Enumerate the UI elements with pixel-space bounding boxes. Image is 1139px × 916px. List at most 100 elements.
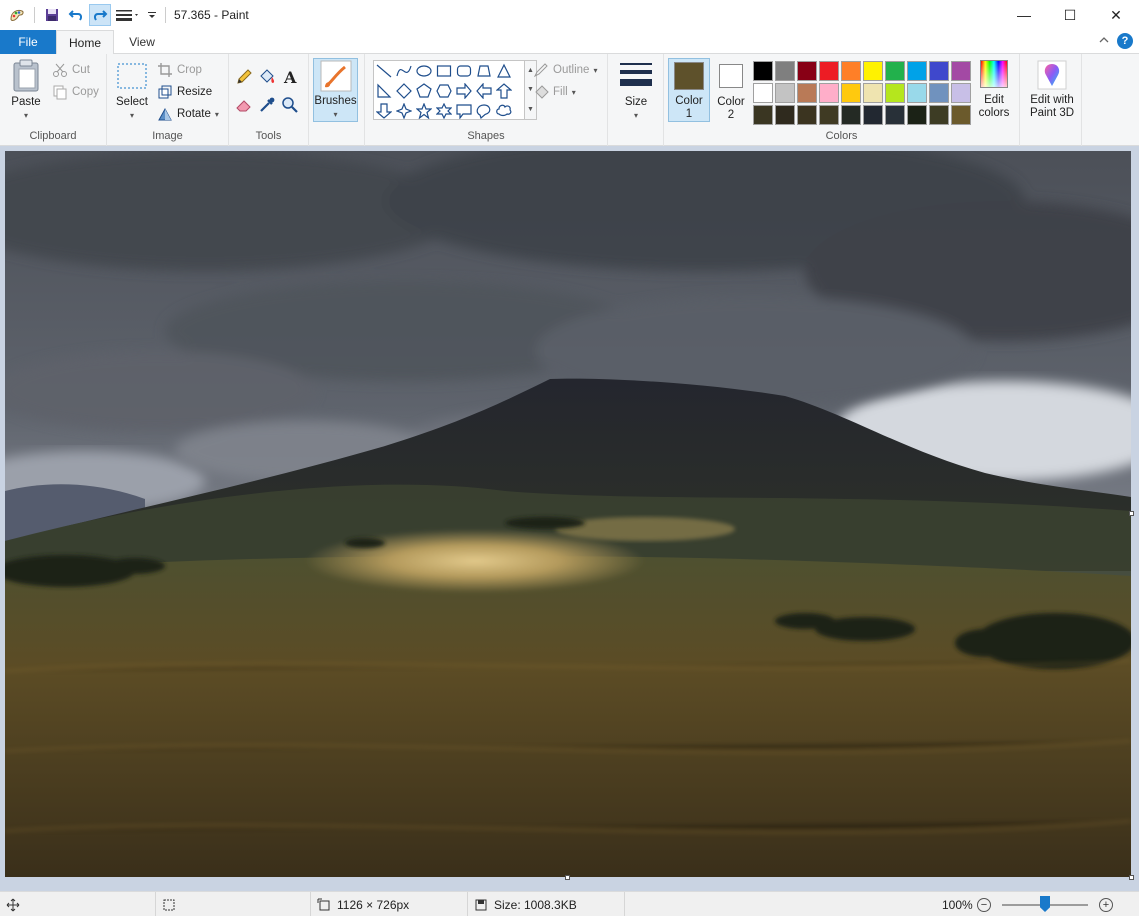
color1-button[interactable]: Color 1: [668, 58, 710, 122]
pencil-icon: [237, 69, 252, 84]
left-arrow-shape-icon[interactable]: [474, 81, 494, 101]
palette-swatch[interactable]: [775, 105, 795, 125]
palette-swatch[interactable]: [929, 61, 949, 81]
palette-swatch[interactable]: [907, 61, 927, 81]
six-point-star-shape-icon[interactable]: [434, 101, 454, 121]
customize-qa-icon[interactable]: [145, 4, 159, 26]
save-icon[interactable]: [41, 4, 63, 26]
color2-button[interactable]: Color 2: [712, 62, 750, 122]
palette-swatch[interactable]: [775, 61, 795, 81]
palette-swatch[interactable]: [863, 61, 883, 81]
palette-swatch[interactable]: [841, 83, 861, 103]
cloud-callout-shape-icon[interactable]: [494, 101, 514, 121]
fill-tool[interactable]: [256, 66, 278, 88]
pencil-tool[interactable]: [233, 66, 255, 88]
oval-callout-shape-icon[interactable]: [474, 101, 494, 121]
five-point-star-shape-icon[interactable]: [414, 101, 434, 121]
palette-swatch[interactable]: [929, 83, 949, 103]
tab-view[interactable]: View: [118, 30, 166, 54]
undo-icon[interactable]: [65, 4, 87, 26]
color-picker-tool[interactable]: [256, 94, 278, 116]
paint-app-icon[interactable]: [6, 4, 28, 26]
palette-swatch[interactable]: [775, 83, 795, 103]
palette-swatch[interactable]: [863, 105, 883, 125]
eraser-tool[interactable]: [233, 94, 255, 116]
palette-swatch[interactable]: [841, 61, 861, 81]
close-button[interactable]: ✕: [1093, 0, 1139, 30]
crop-button[interactable]: Crop: [157, 62, 202, 78]
hexagon-shape-icon[interactable]: [434, 81, 454, 101]
minimize-button[interactable]: —: [1001, 0, 1047, 30]
edit-with-paint3d-button[interactable]: Edit with Paint 3D: [1024, 60, 1080, 122]
palette-swatch[interactable]: [753, 105, 773, 125]
four-point-star-shape-icon[interactable]: [394, 101, 414, 121]
palette-swatch[interactable]: [929, 105, 949, 125]
polygon-shape-icon[interactable]: [474, 61, 494, 81]
down-arrow-shape-icon[interactable]: [374, 101, 394, 121]
resize-handle-corner[interactable]: [1129, 875, 1134, 880]
rounded-rectangle-shape-icon[interactable]: [454, 61, 474, 81]
edit-colors-button[interactable]: Edit colors: [974, 60, 1014, 122]
palette-swatch[interactable]: [797, 61, 817, 81]
palette-swatch[interactable]: [951, 105, 971, 125]
rectangle-shape-icon[interactable]: [434, 61, 454, 81]
palette-swatch[interactable]: [907, 83, 927, 103]
palette-swatch[interactable]: [753, 61, 773, 81]
outline-button[interactable]: Outline ▾: [533, 62, 597, 78]
palette-swatch[interactable]: [753, 83, 773, 103]
palette-swatch[interactable]: [885, 105, 905, 125]
collapse-ribbon-icon[interactable]: [1099, 35, 1109, 47]
help-icon[interactable]: ?: [1117, 33, 1133, 49]
paste-button[interactable]: Paste ▾: [4, 58, 48, 122]
palette-swatch[interactable]: [907, 105, 927, 125]
palette-swatch[interactable]: [951, 61, 971, 81]
fill-button[interactable]: Fill ▾: [533, 84, 576, 100]
zoom-in-button[interactable]: +: [1099, 892, 1113, 916]
tab-home[interactable]: Home: [56, 30, 114, 55]
cut-label: Cut: [72, 64, 90, 76]
curve-shape-icon[interactable]: [394, 61, 414, 81]
resize-button[interactable]: Resize: [157, 84, 212, 100]
select-dropdown-icon: ▾: [129, 111, 134, 120]
right-arrow-shape-icon[interactable]: [454, 81, 474, 101]
triangle-shape-icon[interactable]: [494, 61, 514, 81]
palette-swatch[interactable]: [885, 83, 905, 103]
palette-swatch[interactable]: [797, 83, 817, 103]
right-triangle-shape-icon[interactable]: [374, 81, 394, 101]
crop-label: Crop: [177, 64, 202, 76]
redo-icon[interactable]: [89, 4, 111, 26]
palette-swatch[interactable]: [841, 105, 861, 125]
resize-handle-right[interactable]: [1129, 511, 1134, 516]
line-width-icon[interactable]: [113, 4, 143, 26]
cut-button[interactable]: Cut: [52, 62, 90, 78]
palette-swatch[interactable]: [819, 105, 839, 125]
zoom-out-button[interactable]: −: [977, 892, 991, 916]
oval-shape-icon[interactable]: [414, 61, 434, 81]
line-shape-icon[interactable]: [374, 61, 394, 81]
palette-swatch[interactable]: [951, 83, 971, 103]
canvas-workspace[interactable]: [0, 146, 1139, 891]
text-tool[interactable]: A: [279, 66, 301, 88]
maximize-button[interactable]: ☐: [1047, 0, 1093, 30]
diamond-shape-icon[interactable]: [394, 81, 414, 101]
select-button[interactable]: Select ▾: [113, 62, 151, 122]
palette-swatch[interactable]: [863, 83, 883, 103]
palette-swatch[interactable]: [819, 61, 839, 81]
up-arrow-shape-icon[interactable]: [494, 81, 514, 101]
brushes-button[interactable]: Brushes ▾: [313, 58, 358, 122]
drawing-canvas[interactable]: [5, 151, 1131, 877]
palette-swatch[interactable]: [797, 105, 817, 125]
palette-swatch[interactable]: [819, 83, 839, 103]
magnifier-tool[interactable]: [279, 94, 301, 116]
pentagon-shape-icon[interactable]: [414, 81, 434, 101]
rotate-button[interactable]: Rotate ▾: [157, 106, 219, 122]
copy-button[interactable]: Copy: [52, 84, 99, 100]
size-button[interactable]: Size ▾: [616, 60, 656, 122]
resize-handle-bottom[interactable]: [565, 875, 570, 880]
image-group: Select ▾ Crop Resize Rotate ▾ Image: [107, 54, 229, 146]
zoom-slider-thumb[interactable]: [1040, 896, 1050, 912]
tab-file[interactable]: File: [0, 30, 56, 54]
rect-callout-shape-icon[interactable]: [454, 101, 474, 121]
palette-swatch[interactable]: [885, 61, 905, 81]
shapes-expand-icon[interactable]: ▼: [527, 106, 534, 113]
